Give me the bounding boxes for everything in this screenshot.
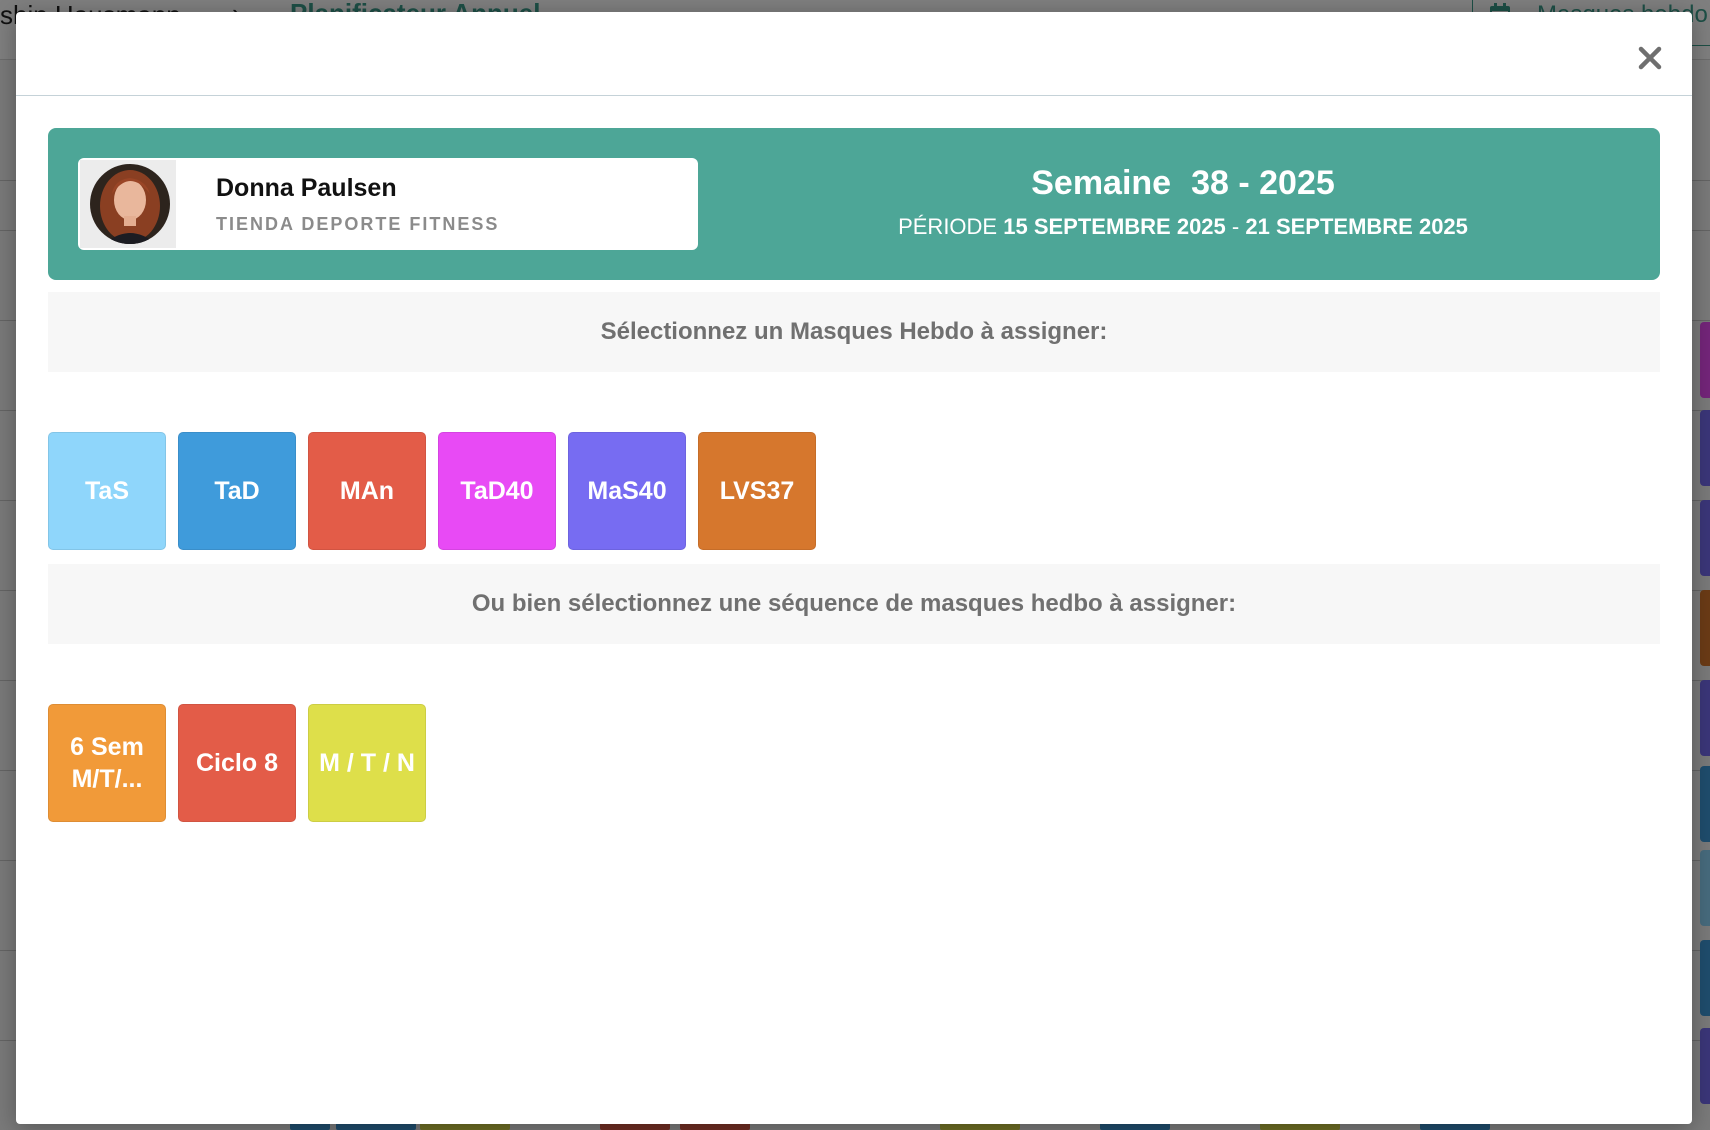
mask-tile[interactable]: MAn [308,432,426,550]
mask-tile[interactable]: TaD40 [438,432,556,550]
mask-tile-label: MaS40 [587,477,667,505]
mask-tile[interactable]: MaS40 [568,432,686,550]
period-end: 21 SEPTEMBRE 2025 [1245,214,1468,239]
period-start: 15 SEPTEMBRE 2025 [1003,214,1226,239]
employee-photo [90,164,170,244]
sequence-tile[interactable]: M / T / N [308,704,426,822]
close-button[interactable] [1630,38,1670,78]
sequence-tile[interactable]: Ciclo 8 [178,704,296,822]
mask-tile-label: TaS [85,477,129,505]
avatar [90,164,170,244]
employee-card: Donna Paulsen TIENDA DEPORTE FITNESS [78,158,698,250]
week-title: Semaine 38 - 2025 [858,164,1508,203]
period-separator: - [1231,214,1240,239]
mask-tile[interactable]: TaD [178,432,296,550]
employee-name: Donna Paulsen [216,174,397,202]
avatar-container [80,160,176,248]
sequence-tile-label: M / T / N [319,749,415,777]
mask-tile[interactable]: TaS [48,432,166,550]
sequence-tile-label: Ciclo 8 [196,749,278,777]
week-label: Semaine [1031,164,1172,202]
assign-mask-modal: Donna Paulsen TIENDA DEPORTE FITNESS Sem… [16,12,1692,1124]
period-line: PÉRIODE 15 SEPTEMBRE 2025 - 21 SEPTEMBRE… [808,214,1558,240]
employee-store: TIENDA DEPORTE FITNESS [216,214,500,234]
sequence-tile[interactable]: 6 Sem M/T/... [48,704,166,822]
week-banner: Donna Paulsen TIENDA DEPORTE FITNESS Sem… [48,128,1660,280]
mask-tile-label: TaD [214,477,260,505]
sequences-section-header: Ou bien sélectionnez une séquence de mas… [48,564,1660,644]
period-label: PÉRIODE [898,214,998,239]
close-icon [1638,46,1662,70]
mask-tile-label: LVS37 [719,477,795,505]
sequence-tile-label: 6 Sem M/T/... [70,733,144,793]
masks-section-header: Sélectionnez un Masques Hebdo à assigner… [48,292,1660,372]
mask-tile-label: TaD40 [460,477,534,505]
week-value: 38 - 2025 [1191,164,1335,202]
modal-header [16,12,1692,96]
mask-tile-label: MAn [339,477,395,505]
mask-tile[interactable]: LVS37 [698,432,816,550]
